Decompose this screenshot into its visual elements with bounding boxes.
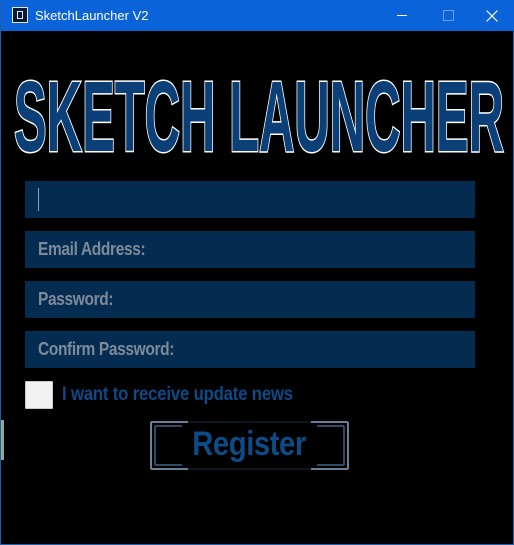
sketch-launcher-logo: SKETCH LAUNCHER xyxy=(13,60,506,173)
text-caret xyxy=(38,188,39,211)
title-bar[interactable]: SketchLauncher V2 xyxy=(1,0,514,31)
close-icon xyxy=(486,10,498,22)
email-placeholder: Email Address: xyxy=(38,239,146,259)
password-placeholder: Password: xyxy=(38,289,114,309)
register-button[interactable]: Register xyxy=(150,421,349,470)
email-field[interactable]: Email Address: xyxy=(25,231,475,268)
maximize-button[interactable] xyxy=(425,0,471,31)
newsletter-checkbox[interactable] xyxy=(25,381,53,409)
newsletter-label[interactable]: I want to receive update news xyxy=(62,384,293,406)
username-field[interactable] xyxy=(25,181,475,218)
minimize-button[interactable] xyxy=(379,0,425,31)
logo-text: SKETCH LAUNCHER xyxy=(14,61,504,172)
app-icon xyxy=(12,7,28,23)
window-title: SketchLauncher V2 xyxy=(35,8,149,23)
password-field[interactable]: Password: xyxy=(25,281,475,318)
confirm-password-field[interactable]: Confirm Password: xyxy=(25,331,475,368)
close-button[interactable] xyxy=(469,0,514,31)
register-label: Register xyxy=(192,425,307,463)
launcher-window: SketchLauncher V2 SKETCH LAUNCHER Email … xyxy=(0,0,514,545)
background-window-edge xyxy=(1,420,4,460)
confirm-password-placeholder: Confirm Password: xyxy=(38,339,175,359)
